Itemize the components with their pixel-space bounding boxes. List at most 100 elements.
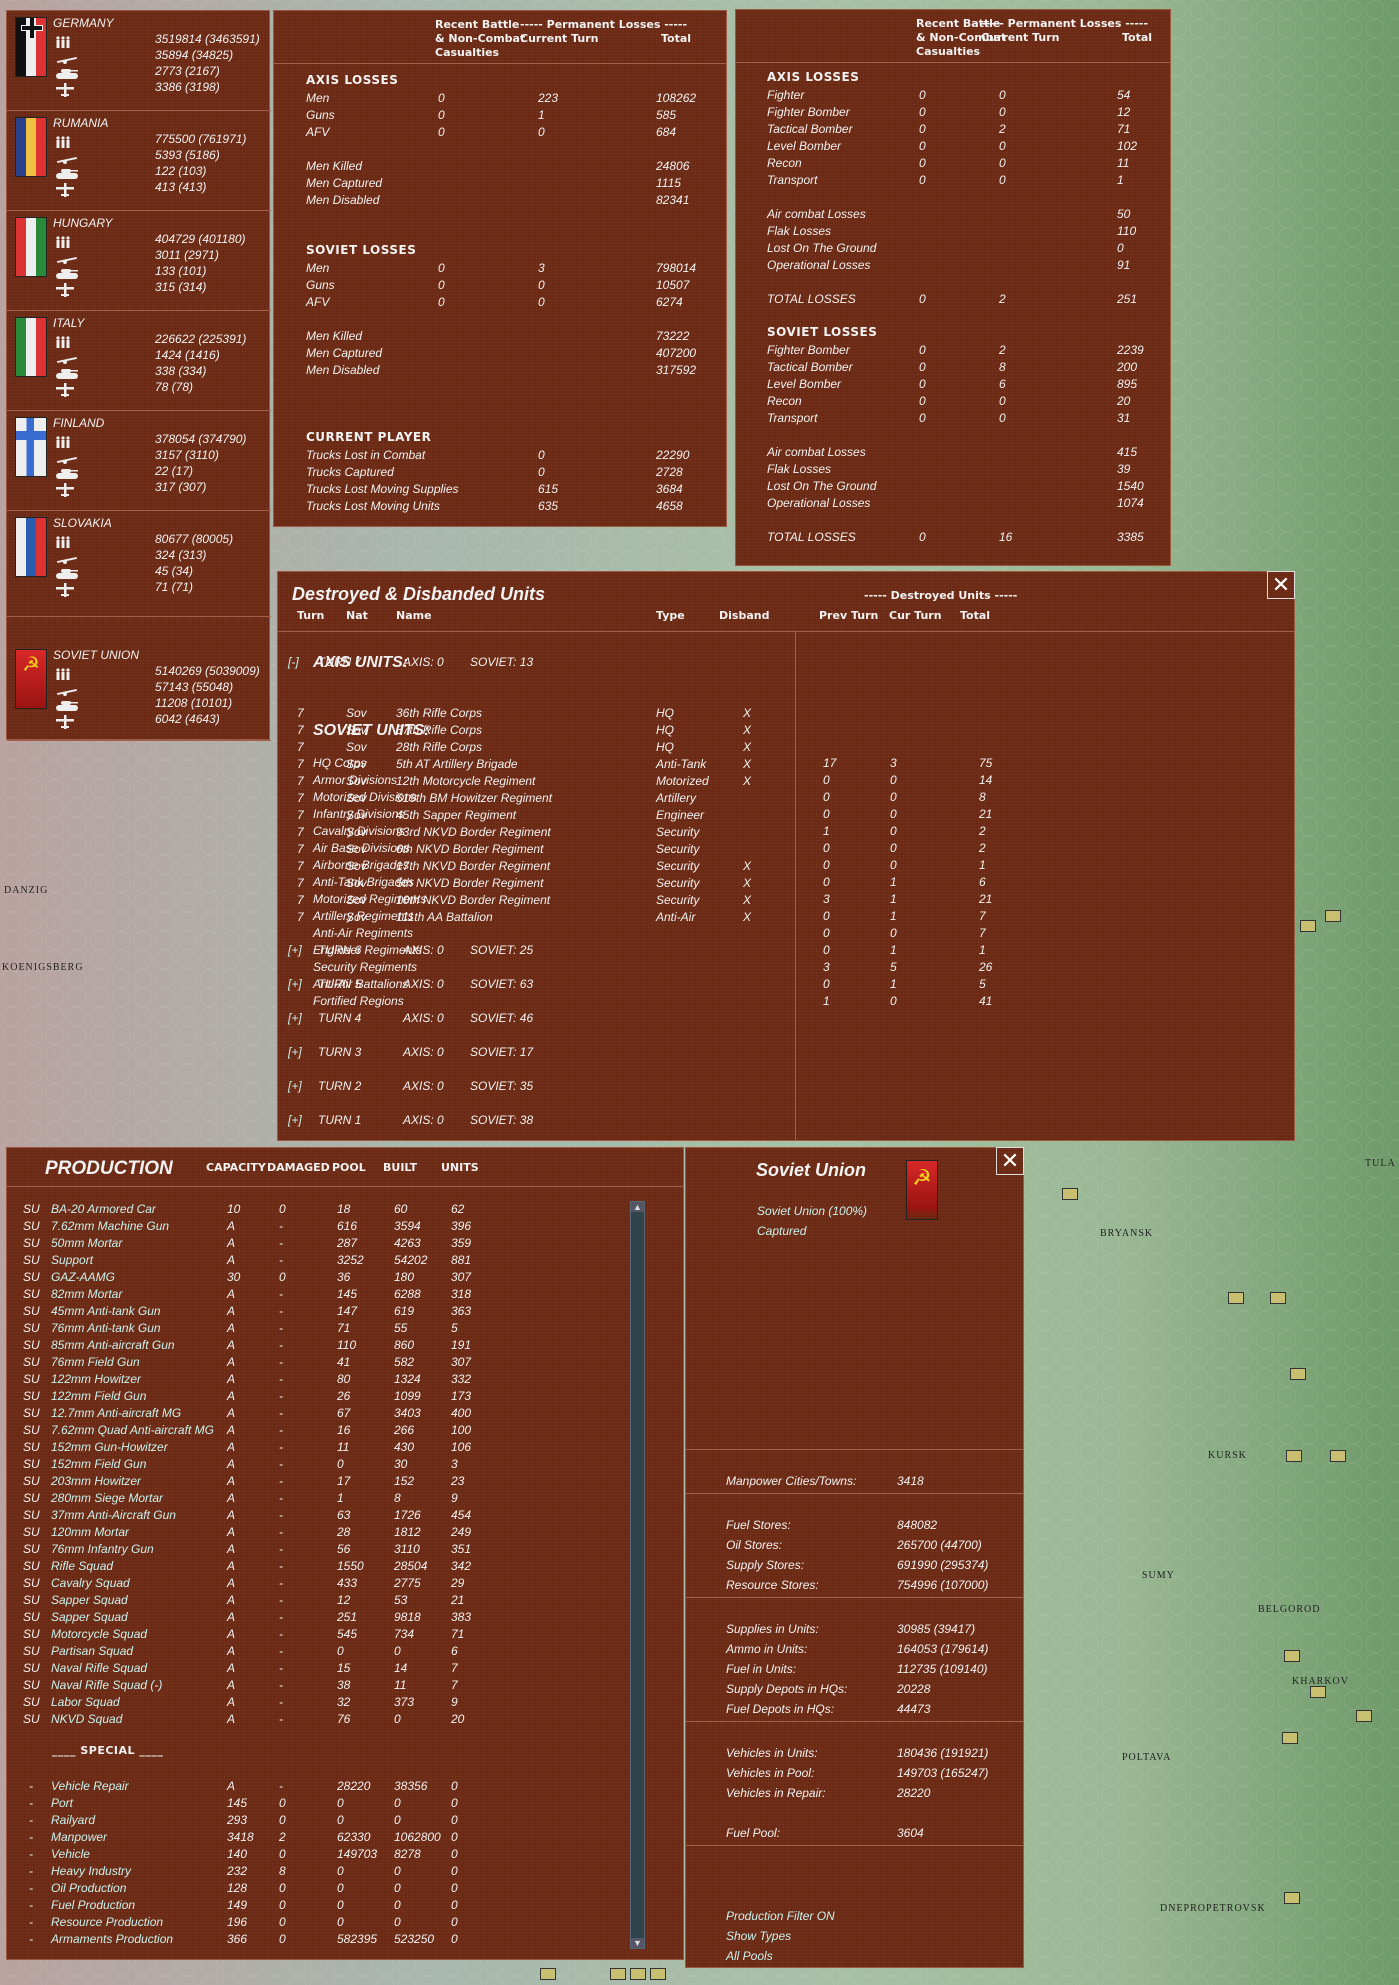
production-row[interactable]: SU Support A - 3252 54202 881 [7, 1252, 627, 1269]
production-row[interactable]: SU 82mm Mortar A - 145 6288 318 [7, 1286, 627, 1303]
scroll-down-button[interactable]: ▼ [631, 1938, 644, 1948]
unit-counter[interactable] [1290, 1368, 1306, 1380]
production-row[interactable]: SU 203mm Howitzer A - 17 152 23 [7, 1473, 627, 1490]
unit-counter[interactable] [1310, 1686, 1326, 1698]
nat: SU [23, 1338, 40, 1352]
unit-counter[interactable] [1270, 1292, 1286, 1304]
production-row[interactable]: SU 50mm Mortar A - 287 4263 359 [7, 1235, 627, 1252]
production-row[interactable]: SU 45mm Anti-tank Gun A - 147 619 363 [7, 1303, 627, 1320]
unit-counter[interactable] [1284, 1892, 1300, 1904]
air-icon [55, 715, 75, 734]
production-row[interactable]: SU 76mm Field Gun A - 41 582 307 [7, 1354, 627, 1371]
unit-type: HQ [656, 723, 674, 737]
production-row[interactable]: SU 37mm Anti-Aircraft Gun A - 63 1726 454 [7, 1507, 627, 1524]
special-row[interactable]: - Vehicle Repair A - 28220 38356 0 [7, 1778, 627, 1795]
production-row[interactable]: SU 76mm Anti-tank Gun A -71 55 5 [7, 1320, 627, 1337]
close-destroyed-button[interactable]: ✕ [1267, 571, 1295, 599]
loss-value: 0 [438, 261, 445, 275]
production-row[interactable]: SU 122mm Howitzer A - 80 1324 332 [7, 1371, 627, 1388]
production-row[interactable]: SU 76mm Infantry Gun A - 56 3110 351 [7, 1541, 627, 1558]
production-row[interactable]: SU 280mm Siege Mortar A - 1 8 9 [7, 1490, 627, 1507]
damaged: - [279, 1474, 283, 1488]
unit-counter[interactable] [1062, 1188, 1078, 1200]
section-title: SOVIET LOSSES [306, 243, 417, 257]
production-row[interactable]: SU Naval Rifle Squad A - 15 14 7 [7, 1660, 627, 1677]
unit-counter[interactable] [1300, 920, 1316, 932]
units: 0 [451, 1813, 458, 1827]
production-row[interactable]: SU BA-20 Armored Car 10 0 18 60 62 [7, 1201, 627, 1218]
item-name: Support [51, 1253, 94, 1267]
stat-label: Fuel Depots in HQs: [726, 1702, 835, 1716]
special-row[interactable]: - Resource Production 196 0 0 0 0 [7, 1914, 627, 1931]
production-row[interactable]: SU 7.62mm Quad Anti-aircraft MG A - 16 266 100 [7, 1422, 627, 1439]
production-row[interactable]: SU Motorcycle Squad A - 545 734 71 [7, 1626, 627, 1643]
special-row[interactable]: - Armaments Production 366 0 582395 523250 0 [7, 1931, 627, 1948]
nation-link[interactable]: All Pools [726, 1948, 773, 1965]
capacity: 232 [227, 1864, 248, 1878]
turn-toggle[interactable]: [+] [288, 976, 302, 993]
unit-name: 519th BM Howitzer Regiment [396, 791, 553, 805]
turn-toggle[interactable]: [+] [288, 1010, 302, 1027]
production-row[interactable]: SU NKVD Squad A - 76 0 20 [7, 1711, 627, 1728]
special-row[interactable]: - Oil Production 128 0 0 0 0 [7, 1880, 627, 1897]
special-row[interactable]: - Fuel Production 149 0 0 0 0 [7, 1897, 627, 1914]
loss-value: 0 [438, 125, 445, 139]
scroll-up-button[interactable]: ▲ [631, 1202, 644, 1212]
loss-value: 39 [1117, 462, 1131, 476]
close-nation-button[interactable]: ✕ [996, 1147, 1024, 1175]
production-row[interactable]: SU Labor Squad A - 32 373 9 [7, 1694, 627, 1711]
nation-link[interactable]: Production Filter ON [726, 1908, 835, 1925]
unit-counter[interactable] [540, 1968, 556, 1980]
capacity: 196 [227, 1915, 248, 1929]
divider [686, 1449, 1023, 1450]
loss-label: Lost On The Ground [767, 479, 877, 493]
units: 29 [451, 1576, 465, 1590]
special-row[interactable]: - Manpower 3418 2 62330 1062800 0 [7, 1829, 627, 1846]
summary-label: Airborne Brigades [313, 858, 410, 872]
turn-toggle[interactable]: [-] [288, 654, 299, 671]
production-row[interactable]: SU 7.62mm Machine Gun A - 616 3594 396 [7, 1218, 627, 1235]
special-row[interactable]: - Railyard 293 0 0 0 0 [7, 1812, 627, 1829]
unit-counter[interactable] [1282, 1732, 1298, 1744]
unit-counter[interactable] [610, 1968, 626, 1980]
unit-counter[interactable] [1228, 1292, 1244, 1304]
special-row[interactable]: - Vehicle 140 0 149703 8278 0 [7, 1846, 627, 1863]
damaged: - [279, 1389, 283, 1403]
production-row[interactable]: SU Cavalry Squad A - 433 2775 29 [7, 1575, 627, 1592]
production-row[interactable]: SU 12.7mm Anti-aircraft MG A - 67 3403 400 [7, 1405, 627, 1422]
production-row[interactable]: SU Rifle Squad A - 1550 28504 342 [7, 1558, 627, 1575]
production-row[interactable]: SU 152mm Field Gun A - 0 30 3 [7, 1456, 627, 1473]
special-row[interactable]: - Port 145 0 0 0 0 [7, 1795, 627, 1812]
unit-counter[interactable] [1356, 1710, 1372, 1722]
production-row[interactable]: SU 85mm Anti-aircraft Gun A - 110 860 191 [7, 1337, 627, 1354]
production-scrollbar[interactable]: ▲ ▼ [630, 1201, 645, 1949]
turn-toggle[interactable]: [+] [288, 1044, 302, 1061]
pool: 36 [337, 1270, 351, 1284]
production-row[interactable]: SU 120mm Mortar A - 28 1812 249 [7, 1524, 627, 1541]
unit-counter[interactable] [1284, 1650, 1300, 1662]
unit-counter[interactable] [1286, 1450, 1302, 1462]
unit-counter[interactable] [650, 1968, 666, 1980]
loss-value: 0 [538, 295, 545, 309]
unit-counter[interactable] [1330, 1450, 1346, 1462]
production-row[interactable]: SU 122mm Field Gun A - 26 1099 173 [7, 1388, 627, 1405]
special-row[interactable]: - Heavy Industry 232 8 0 0 0 [7, 1863, 627, 1880]
nation-link[interactable]: Show Types [726, 1928, 791, 1945]
production-row[interactable]: SU Sapper Squad A - 251 9818 383 [7, 1609, 627, 1626]
production-row[interactable]: SU Naval Rifle Squad (-) A - 38 11 7 [7, 1677, 627, 1694]
unit-counter[interactable] [1325, 910, 1341, 922]
summary-value: 2 [979, 824, 986, 838]
production-row[interactable]: SU 152mm Gun-Howitzer A - 11 430 106 [7, 1439, 627, 1456]
turn-toggle[interactable]: [+] [288, 1078, 302, 1095]
unit-nat: Sov [346, 706, 367, 720]
built: 619 [394, 1304, 415, 1318]
unit-counter[interactable] [630, 1968, 646, 1980]
production-row[interactable]: SU Partisan Squad A - 0 0 6 [7, 1643, 627, 1660]
production-row[interactable]: SU GAZ-AAMG 30 0 36 180 307 [7, 1269, 627, 1286]
map-label: BRYANSK [1100, 1228, 1154, 1239]
turn-toggle[interactable]: [+] [288, 1112, 302, 1129]
loss-label: Guns [306, 278, 335, 292]
production-row[interactable]: SU Sapper Squad A - 12 53 21 [7, 1592, 627, 1609]
turn-toggle[interactable]: [+] [288, 942, 302, 959]
pool: 0 [337, 1813, 344, 1827]
